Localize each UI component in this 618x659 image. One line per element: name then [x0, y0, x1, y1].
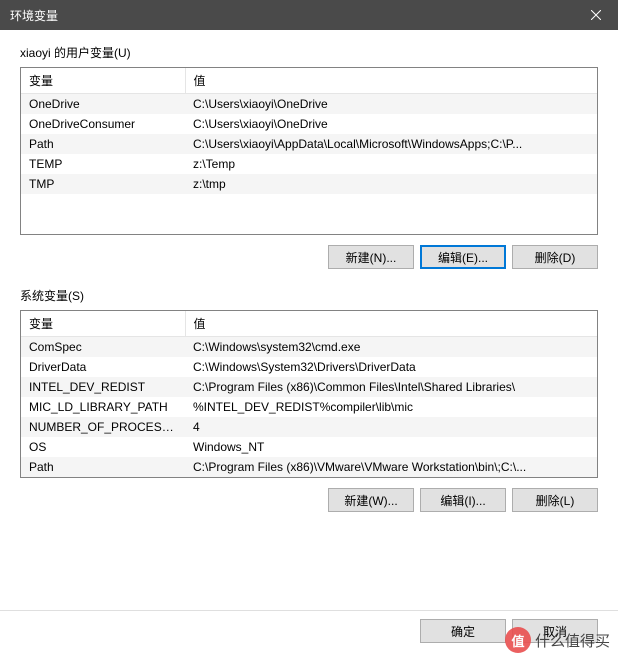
cell-variable: MIC_LD_LIBRARY_PATH — [21, 397, 185, 417]
table-header-row: 变量 值 — [21, 68, 597, 94]
system-vars-buttons: 新建(W)... 编辑(I)... 删除(L) — [20, 488, 598, 512]
cell-value: C:\Windows\System32\Drivers\DriverData — [185, 357, 597, 377]
cell-value: 4 — [185, 417, 597, 437]
cell-variable: Path — [21, 457, 185, 477]
system-new-button[interactable]: 新建(W)... — [328, 488, 414, 512]
table-row[interactable]: NUMBER_OF_PROCESSORS4 — [21, 417, 597, 437]
user-delete-button[interactable]: 删除(D) — [512, 245, 598, 269]
table-row[interactable]: OneDriveConsumerC:\Users\xiaoyi\OneDrive — [21, 114, 597, 134]
table-row[interactable]: TEMPz:\Temp — [21, 154, 597, 174]
cell-variable: OneDrive — [21, 94, 185, 115]
table-row[interactable]: TMPz:\tmp — [21, 174, 597, 194]
column-header-value[interactable]: 值 — [185, 311, 597, 337]
table-row[interactable]: DriverDataC:\Windows\System32\Drivers\Dr… — [21, 357, 597, 377]
cell-value: C:\Program Files (x86)\VMware\VMware Wor… — [185, 457, 597, 477]
cell-variable: NUMBER_OF_PROCESSORS — [21, 417, 185, 437]
system-vars-table[interactable]: 变量 值 ComSpecC:\Windows\system32\cmd.exe … — [21, 311, 597, 477]
cell-value: C:\Users\xiaoyi\OneDrive — [185, 94, 597, 115]
column-header-variable[interactable]: 变量 — [21, 68, 185, 94]
ok-button[interactable]: 确定 — [420, 619, 506, 643]
cell-variable: ComSpec — [21, 337, 185, 358]
dialog-buttons: 确定 取消 — [0, 610, 618, 659]
titlebar: 环境变量 — [0, 0, 618, 30]
table-row[interactable]: OneDriveC:\Users\xiaoyi\OneDrive — [21, 94, 597, 115]
system-vars-table-wrap: 变量 值 ComSpecC:\Windows\system32\cmd.exe … — [20, 310, 598, 478]
user-vars-table-wrap: 变量 值 OneDriveC:\Users\xiaoyi\OneDrive On… — [20, 67, 598, 235]
table-row[interactable]: PathC:\Users\xiaoyi\AppData\Local\Micros… — [21, 134, 597, 154]
cell-variable: OS — [21, 437, 185, 457]
table-row[interactable]: MIC_LD_LIBRARY_PATH%INTEL_DEV_REDIST%com… — [21, 397, 597, 417]
cancel-button[interactable]: 取消 — [512, 619, 598, 643]
table-header-row: 变量 值 — [21, 311, 597, 337]
cell-value: C:\Program Files (x86)\Common Files\Inte… — [185, 377, 597, 397]
system-vars-scroll[interactable]: 变量 值 ComSpecC:\Windows\system32\cmd.exe … — [21, 311, 597, 477]
user-new-button[interactable]: 新建(N)... — [328, 245, 414, 269]
cell-variable: TEMP — [21, 154, 185, 174]
cell-variable: TMP — [21, 174, 185, 194]
system-edit-button[interactable]: 编辑(I)... — [420, 488, 506, 512]
cell-value: z:\Temp — [185, 154, 597, 174]
cell-variable: INTEL_DEV_REDIST — [21, 377, 185, 397]
cell-value: %INTEL_DEV_REDIST%compiler\lib\mic — [185, 397, 597, 417]
user-vars-label: xiaoyi 的用户变量(U) — [20, 44, 598, 61]
table-row[interactable]: ComSpecC:\Windows\system32\cmd.exe — [21, 337, 597, 358]
cell-value: C:\Users\xiaoyi\AppData\Local\Microsoft\… — [185, 134, 597, 154]
table-row[interactable]: INTEL_DEV_REDISTC:\Program Files (x86)\C… — [21, 377, 597, 397]
cell-value: z:\tmp — [185, 174, 597, 194]
dialog-content: xiaoyi 的用户变量(U) 变量 值 OneDriveC:\Users\xi… — [0, 30, 618, 540]
cell-value: C:\Windows\system32\cmd.exe — [185, 337, 597, 358]
cell-value: Windows_NT — [185, 437, 597, 457]
system-delete-button[interactable]: 删除(L) — [512, 488, 598, 512]
close-icon — [591, 10, 601, 20]
column-header-value[interactable]: 值 — [185, 68, 597, 94]
column-header-variable[interactable]: 变量 — [21, 311, 185, 337]
system-vars-label: 系统变量(S) — [20, 287, 598, 304]
cell-value: C:\Users\xiaoyi\OneDrive — [185, 114, 597, 134]
table-row[interactable]: OSWindows_NT — [21, 437, 597, 457]
user-edit-button[interactable]: 编辑(E)... — [420, 245, 506, 269]
window-title: 环境变量 — [10, 7, 58, 24]
user-vars-buttons: 新建(N)... 编辑(E)... 删除(D) — [20, 245, 598, 269]
user-vars-scroll[interactable]: 变量 值 OneDriveC:\Users\xiaoyi\OneDrive On… — [21, 68, 597, 234]
close-button[interactable] — [573, 0, 618, 30]
user-vars-table[interactable]: 变量 值 OneDriveC:\Users\xiaoyi\OneDrive On… — [21, 68, 597, 194]
cell-variable: Path — [21, 134, 185, 154]
cell-variable: OneDriveConsumer — [21, 114, 185, 134]
table-row[interactable]: PathC:\Program Files (x86)\VMware\VMware… — [21, 457, 597, 477]
cell-variable: DriverData — [21, 357, 185, 377]
